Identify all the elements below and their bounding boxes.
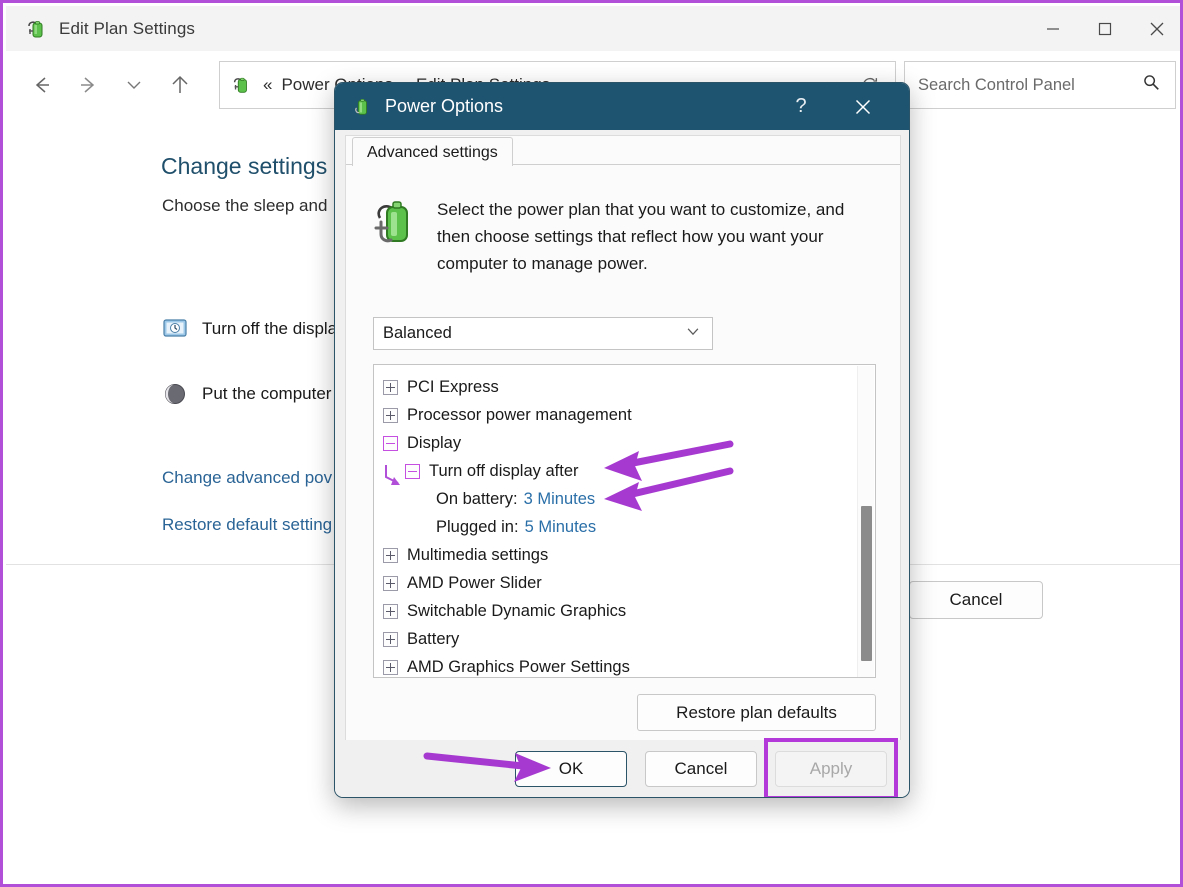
tree-item-label: AMD Graphics Power Settings <box>407 658 630 677</box>
expand-plus-icon[interactable] <box>383 548 398 563</box>
power-plan-value: Balanced <box>383 324 452 343</box>
expand-plus-icon[interactable] <box>383 632 398 647</box>
advanced-settings-tree[interactable]: PCI Express Processor power management D… <box>373 364 876 678</box>
sleep-moon-icon <box>162 381 188 407</box>
dialog-title: Power Options <box>385 96 503 117</box>
breadcrumb-prefix: « <box>263 75 272 95</box>
tree-scrollbar[interactable] <box>857 366 874 678</box>
address-power-plug-battery-icon <box>230 74 252 96</box>
maximize-icon[interactable] <box>1079 6 1131 51</box>
tree-item-amd-power-slider[interactable]: AMD Power Slider <box>374 569 875 597</box>
dialog-cancel-button[interactable]: Cancel <box>645 751 757 787</box>
link-change-advanced-power[interactable]: Change advanced pov <box>162 468 332 488</box>
setting-row-label: Turn off the displa <box>202 319 337 339</box>
ok-button[interactable]: OK <box>515 751 627 787</box>
restore-plan-defaults-button[interactable]: Restore plan defaults <box>637 694 876 731</box>
battery-icon <box>351 96 373 118</box>
minimize-icon[interactable] <box>1027 6 1079 51</box>
tree-value-on-battery-value[interactable]: 3 Minutes <box>524 490 596 509</box>
expand-plus-icon[interactable] <box>383 604 398 619</box>
tree-item-turn-off-display-after[interactable]: Turn off display after <box>374 457 875 485</box>
tree-item-amd-graphics-power-settings[interactable]: AMD Graphics Power Settings <box>374 653 875 678</box>
advanced-settings-panel: Select the power plan that you want to c… <box>346 166 900 743</box>
display-monitor-icon <box>162 316 188 342</box>
apply-button: Apply <box>775 751 887 787</box>
chevron-down-icon[interactable] <box>685 323 701 344</box>
search-input[interactable]: Search Control Panel <box>904 61 1176 109</box>
tree-item-label: Switchable Dynamic Graphics <box>407 602 626 621</box>
chevron-down-icon[interactable] <box>111 62 157 108</box>
tree-value-label: Plugged in: <box>436 518 519 537</box>
tree-value-plugged-in-value[interactable]: 5 Minutes <box>525 518 597 537</box>
search-icon[interactable] <box>1141 73 1161 98</box>
expand-plus-icon[interactable] <box>383 660 398 675</box>
window-caption-buttons <box>1027 6 1183 51</box>
dialog-tabstrip: Advanced settings <box>346 133 513 167</box>
setting-row-put-computer-sleep: Put the computer <box>162 381 331 407</box>
tree-item-processor-power-management[interactable]: Processor power management <box>374 401 875 429</box>
control-panel-titlebar: Edit Plan Settings <box>6 6 1183 51</box>
power-plug-battery-icon <box>371 196 419 254</box>
tree-item-pci-express[interactable]: PCI Express <box>374 373 875 401</box>
tree-item-switchable-dynamic-graphics[interactable]: Switchable Dynamic Graphics <box>374 597 875 625</box>
tree-value-label: On battery: <box>436 490 518 509</box>
power-plug-battery-icon <box>24 17 48 41</box>
tree-item-battery[interactable]: Battery <box>374 625 875 653</box>
expand-plus-icon[interactable] <box>383 576 398 591</box>
setting-row-turn-off-display: Turn off the displa <box>162 316 337 342</box>
tree-value-on-battery[interactable]: On battery: 3 Minutes <box>374 485 875 513</box>
setting-row-label: Put the computer <box>202 384 331 404</box>
link-restore-default-settings[interactable]: Restore default setting <box>162 515 332 535</box>
search-placeholder: Search Control Panel <box>918 76 1075 95</box>
forward-arrow-icon[interactable] <box>65 62 111 108</box>
tree-item-label: AMD Power Slider <box>407 574 542 593</box>
tree-scrollbar-thumb[interactable] <box>861 506 872 661</box>
tree-item-label: Processor power management <box>407 406 632 425</box>
dialog-footer: OK Cancel Apply <box>335 740 909 797</box>
dialog-close-icon[interactable] <box>837 83 889 130</box>
window-title: Edit Plan Settings <box>59 19 195 39</box>
apply-button-wrapper: Apply <box>775 751 887 787</box>
tree-item-multimedia-settings[interactable]: Multimedia settings <box>374 541 875 569</box>
page-title: Change settings <box>161 153 327 180</box>
tree-item-display[interactable]: Display <box>374 429 875 457</box>
collapse-minus-icon[interactable] <box>405 464 420 479</box>
dialog-intro: Select the power plan that you want to c… <box>371 196 881 277</box>
tree-item-label: Battery <box>407 630 459 649</box>
help-button[interactable]: ? <box>781 83 821 130</box>
screenshot-root: Edit Plan Settings <box>0 0 1183 887</box>
power-plan-select[interactable]: Balanced <box>373 317 713 350</box>
tab-advanced-settings[interactable]: Advanced settings <box>352 137 513 168</box>
tree-list: PCI Express Processor power management D… <box>374 365 875 678</box>
tree-item-label: Multimedia settings <box>407 546 548 565</box>
expand-plus-icon[interactable] <box>383 408 398 423</box>
expand-plus-icon[interactable] <box>383 380 398 395</box>
dialog-titlebar: Power Options ? <box>335 83 909 130</box>
dialog-intro-text: Select the power plan that you want to c… <box>437 196 881 277</box>
tree-item-label: Display <box>407 434 461 453</box>
power-options-dialog: Power Options ? Advanced settings <box>334 82 910 798</box>
tree-item-label: PCI Express <box>407 378 499 397</box>
tree-item-label: Turn off display after <box>429 462 579 481</box>
up-arrow-icon[interactable] <box>157 62 203 108</box>
tree-value-plugged-in[interactable]: Plugged in: 5 Minutes <box>374 513 875 541</box>
close-icon[interactable] <box>1131 6 1183 51</box>
page-subtitle: Choose the sleep and <box>162 196 327 216</box>
cancel-button[interactable]: Cancel <box>909 581 1043 619</box>
back-arrow-icon[interactable] <box>19 62 65 108</box>
collapse-minus-icon[interactable] <box>383 436 398 451</box>
dialog-body: Advanced settings Select the power plan … <box>345 135 901 742</box>
